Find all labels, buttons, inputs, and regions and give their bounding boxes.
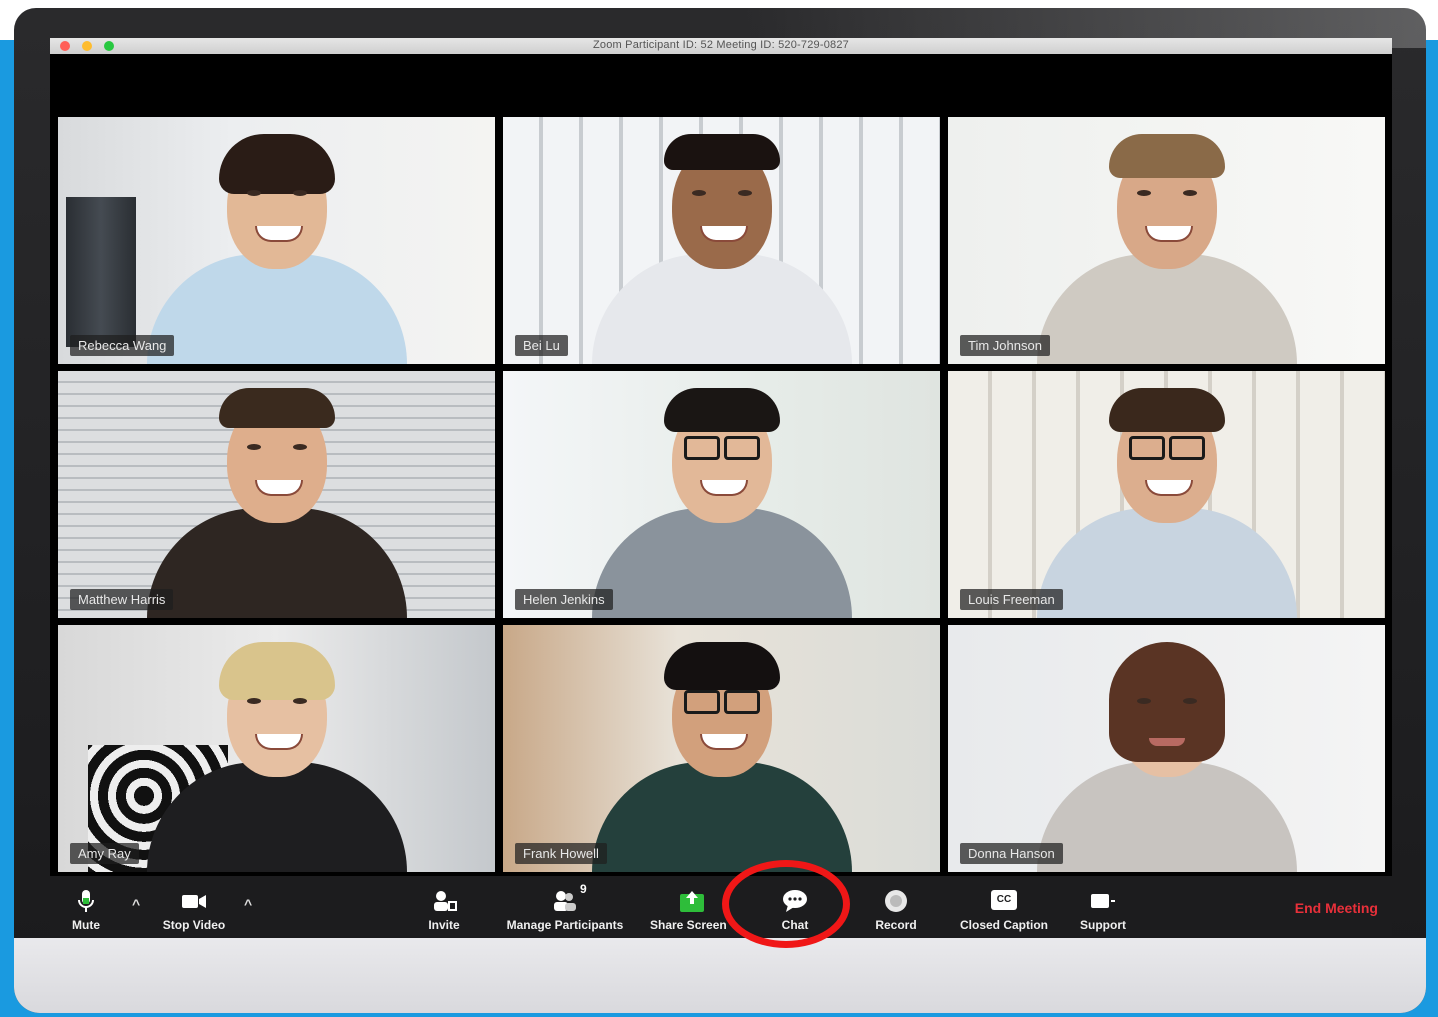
- support-button[interactable]: Support: [1074, 876, 1132, 936]
- participant-video: [1036, 134, 1297, 364]
- stop-video-button[interactable]: Stop Video: [154, 876, 234, 936]
- support-icon: [1091, 894, 1115, 908]
- video-grid: Rebecca Wang Bei Lu Tim Johnson Matthew …: [58, 117, 1386, 873]
- manage-participants-label: Manage Participants: [506, 918, 624, 932]
- participant-video: [1036, 388, 1297, 618]
- participant-name: Bei Lu: [515, 335, 568, 356]
- chat-highlight-circle: [722, 860, 850, 948]
- video-camera-icon: [182, 895, 206, 908]
- manage-participants-button[interactable]: 9 Manage Participants: [498, 876, 632, 936]
- participant-tile[interactable]: Louis Freeman: [948, 371, 1385, 618]
- participant-video: [591, 134, 852, 364]
- invite-person-icon: [434, 891, 457, 911]
- support-label: Support: [1080, 918, 1126, 932]
- participant-tile[interactable]: Amy Ray: [58, 625, 495, 872]
- closed-caption-icon: CC: [991, 890, 1017, 910]
- participant-video: [146, 134, 407, 364]
- participant-video: [1036, 642, 1297, 872]
- participants-icon: [554, 891, 576, 911]
- share-screen-label: Share Screen: [650, 918, 727, 932]
- audio-options-caret-icon[interactable]: ^: [132, 896, 140, 912]
- title-bar: Zoom Participant ID: 52 Meeting ID: 520-…: [50, 38, 1392, 54]
- video-options-caret-icon[interactable]: ^: [244, 896, 252, 912]
- participant-tile[interactable]: Donna Hanson: [948, 625, 1385, 872]
- stop-video-label: Stop Video: [162, 918, 226, 932]
- end-meeting-button[interactable]: End Meeting: [1295, 900, 1378, 916]
- participant-name: Matthew Harris: [70, 589, 174, 610]
- invite-label: Invite: [428, 918, 460, 932]
- participant-video: [591, 388, 852, 618]
- participant-name: Tim Johnson: [960, 335, 1050, 356]
- participant-tile[interactable]: Rebecca Wang: [58, 117, 495, 364]
- participant-tile[interactable]: Frank Howell: [503, 625, 940, 872]
- microphone-icon: [78, 890, 94, 912]
- participant-name: Louis Freeman: [960, 589, 1063, 610]
- participant-tile[interactable]: Bei Lu: [503, 117, 940, 364]
- participant-video: [146, 642, 407, 872]
- participant-name: Donna Hanson: [960, 843, 1063, 864]
- mute-label: Mute: [72, 918, 100, 932]
- zoom-window: Zoom Participant ID: 52 Meeting ID: 520-…: [50, 38, 1392, 936]
- participant-name: Helen Jenkins: [515, 589, 613, 610]
- share-screen-icon: [680, 891, 704, 912]
- participant-tile[interactable]: Helen Jenkins: [503, 371, 940, 618]
- participant-name: Amy Ray: [70, 843, 139, 864]
- meeting-toolbar: Mute ^ Stop Video ^ Invite 9 Manage Part…: [50, 876, 1392, 936]
- record-button[interactable]: Record: [868, 876, 924, 936]
- window-title: Zoom Participant ID: 52 Meeting ID: 520-…: [592, 39, 849, 51]
- participant-video: [146, 388, 407, 618]
- participant-tile[interactable]: Tim Johnson: [948, 117, 1385, 364]
- closed-caption-label: Closed Caption: [959, 918, 1048, 932]
- participant-name: Rebecca Wang: [70, 335, 175, 356]
- invite-button[interactable]: Invite: [424, 876, 464, 936]
- closed-caption-button[interactable]: CC Closed Caption: [952, 876, 1056, 936]
- participant-video: [591, 642, 852, 872]
- binders: [66, 197, 136, 347]
- record-icon: [885, 890, 907, 912]
- mute-button[interactable]: Mute: [66, 876, 106, 936]
- participant-tile[interactable]: Matthew Harris: [58, 371, 495, 618]
- participants-count-badge: 9: [580, 882, 587, 896]
- participant-name: Frank Howell: [515, 843, 607, 864]
- record-label: Record: [875, 918, 917, 932]
- laptop-chin: [14, 938, 1426, 1013]
